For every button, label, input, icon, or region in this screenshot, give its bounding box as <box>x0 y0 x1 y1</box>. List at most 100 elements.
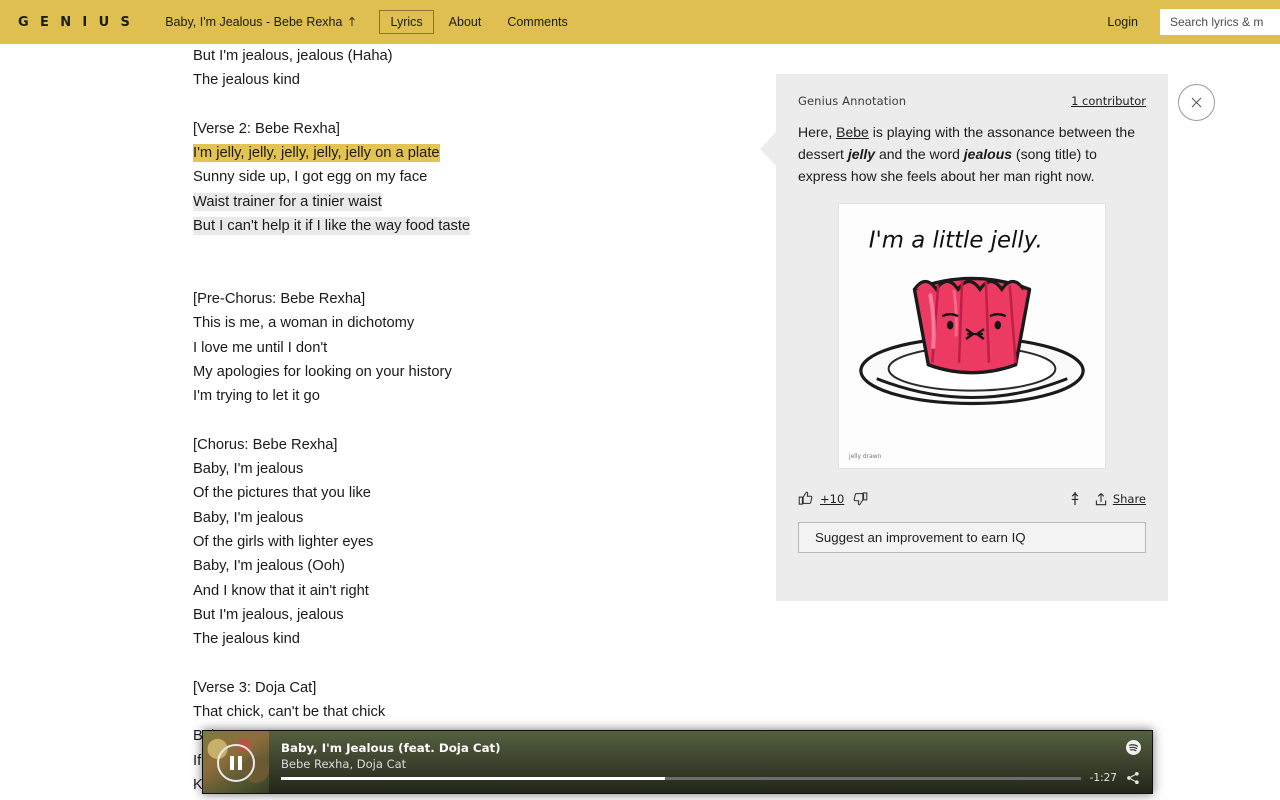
lyrics-line-text: I'm jelly, jelly, jelly, jelly, jelly on… <box>193 144 440 162</box>
header-right-group: Login Search lyrics & m <box>1107 0 1280 44</box>
progress-bar[interactable] <box>281 777 1081 780</box>
player-track-title: Baby, I'm Jealous (feat. Doja Cat) <box>281 741 1140 755</box>
lyrics-line-text: Baby, I'm jealous (Ooh) <box>193 557 345 575</box>
thumbs-down-icon <box>853 491 868 506</box>
annotation-actions-right: Share <box>1069 491 1146 506</box>
lyrics-line-text: The jealous kind <box>193 71 300 89</box>
lyrics-line-text: This is me, a woman in dichotomy <box>193 314 414 332</box>
spotify-player[interactable]: Baby, I'm Jealous (feat. Doja Cat) Bebe … <box>202 730 1153 794</box>
lyrics-line: [Verse 3: Doja Cat] <box>193 676 733 700</box>
lyrics-blank-line <box>193 263 733 287</box>
tab-comments[interactable]: Comments <box>496 10 578 34</box>
svg-text:I'm a little jelly.: I'm a little jelly. <box>869 228 1043 254</box>
lyrics-blank-line <box>193 93 733 117</box>
lyrics-line: Of the girls with lighter eyes <box>193 530 733 554</box>
contributor-link[interactable]: 1 contributor <box>1071 94 1146 108</box>
player-artists: Bebe Rexha, Doja Cat <box>281 757 1140 771</box>
play-pause-button[interactable] <box>217 744 255 782</box>
lyrics-line: I love me until I don't <box>193 336 733 360</box>
login-button[interactable]: Login <box>1107 15 1138 29</box>
progress-bar-fill <box>281 777 665 780</box>
lyrics-line: My apologies for looking on your history <box>193 360 733 384</box>
lyrics-line: The jealous kind <box>193 68 733 92</box>
lyrics-blank-line <box>193 238 733 262</box>
pause-icon-bar-right <box>238 756 242 770</box>
player-controls: -1:27 <box>281 771 1140 794</box>
player-info: Baby, I'm Jealous (feat. Doja Cat) Bebe … <box>269 731 1152 793</box>
share-button[interactable]: Share <box>1095 492 1146 506</box>
lyrics-line-text: That chick, can't be that chick <box>193 703 385 721</box>
lyrics-line-text: I love me until I don't <box>193 339 327 357</box>
annotation-pointer <box>760 132 776 166</box>
lyrics-line: I'm trying to let it go <box>193 384 733 408</box>
annotation-text-part1: Here, <box>798 124 836 140</box>
lyrics-line-text: But I'm jealous, jealous <box>193 606 344 624</box>
suggest-improvement-placeholder: Suggest an improvement to earn IQ <box>815 530 1026 545</box>
lyrics-line: This is me, a woman in dichotomy <box>193 311 733 335</box>
share-nodes-icon[interactable] <box>1126 771 1140 785</box>
share-upload-icon <box>1095 492 1107 506</box>
close-annotation-button[interactable] <box>1178 84 1215 121</box>
lyrics-line: And I know that it ain't right <box>193 579 733 603</box>
lyrics-line: [Chorus: Bebe Rexha] <box>193 433 733 457</box>
svg-text:jelly drawn: jelly drawn <box>848 453 882 460</box>
genius-logo[interactable]: G E N I U S <box>18 15 133 30</box>
header-nav-tabs: Lyrics About Comments <box>379 10 578 34</box>
lyrics-line-text: My apologies for looking on your history <box>193 363 452 381</box>
suggest-improvement-input[interactable]: Suggest an improvement to earn IQ <box>798 522 1146 553</box>
search-input[interactable]: Search lyrics & m <box>1160 9 1280 35</box>
share-label: Share <box>1113 492 1146 506</box>
pin-icon[interactable] <box>1069 491 1081 506</box>
lyrics-line-text: [Verse 3: Doja Cat] <box>193 679 316 697</box>
lyrics-container: But I'm jealous, jealous (Haha) The jealo… <box>193 44 733 797</box>
breadcrumb-song[interactable]: Baby, I'm Jealous - Bebe Rexha <box>165 15 357 29</box>
lyrics-line-text: Of the pictures that you like <box>193 484 371 502</box>
lyrics-line-text: And I know that it ain't right <box>193 582 369 600</box>
lyrics-line-text: But I can't help it if I like the way fo… <box>193 217 470 235</box>
lyrics-line-text: Sunny side up, I got egg on my face <box>193 168 427 186</box>
external-link-icon <box>347 16 357 28</box>
lyrics-line-text: The jealous kind <box>193 630 300 648</box>
lyrics-line-text: [Pre-Chorus: Bebe Rexha] <box>193 290 365 308</box>
lyrics-line: But I'm jealous, jealous <box>193 603 733 627</box>
tab-lyrics[interactable]: Lyrics <box>379 10 433 34</box>
album-artwork <box>203 731 269 794</box>
annotation-score[interactable]: +10 <box>820 492 844 506</box>
lyrics-blank-line <box>193 651 733 675</box>
lyrics-line-text: Waist trainer for a tinier waist <box>193 193 382 211</box>
annotation-artist-link[interactable]: Bebe <box>836 124 869 140</box>
lyrics-line: Baby, I'm jealous <box>193 506 733 530</box>
lyrics-line: Of the pictures that you like <box>193 481 733 505</box>
lyrics-line-text: Baby, I'm jealous <box>193 509 303 527</box>
lyrics-line-text: I'm trying to let it go <box>193 387 320 405</box>
lyrics-blank-line <box>193 408 733 432</box>
annotation-panel: Genius Annotation 1 contributor Here, Be… <box>776 74 1168 601</box>
lyrics-line: Baby, I'm jealous (Ooh) <box>193 554 733 578</box>
search-placeholder: Search lyrics & m <box>1170 15 1263 29</box>
lyrics-line-annotated[interactable]: Waist trainer for a tinier waist <box>193 190 733 214</box>
lyrics-line: [Verse 2: Bebe Rexha] <box>193 117 733 141</box>
pause-icon-bar-left <box>230 756 234 770</box>
annotation-text-part3: and the word <box>875 146 964 162</box>
close-icon <box>1190 96 1203 109</box>
lyrics-line: Sunny side up, I got egg on my face <box>193 165 733 189</box>
upvote-button[interactable] <box>798 491 813 506</box>
annotation-title: Genius Annotation <box>798 94 906 108</box>
lyrics-line-annotated[interactable]: I'm jelly, jelly, jelly, jelly, jelly on… <box>193 141 733 165</box>
breadcrumb-song-label: Baby, I'm Jealous - Bebe Rexha <box>165 15 342 29</box>
lyrics-line: That chick, can't be that chick <box>193 700 733 724</box>
lyrics-line-text: [Verse 2: Bebe Rexha] <box>193 120 340 138</box>
annotation-actions: +10 Share <box>776 469 1168 506</box>
tab-about[interactable]: About <box>438 10 493 34</box>
lyrics-line-text: But I'm jealous, jealous (Haha) <box>193 47 393 65</box>
downvote-button[interactable] <box>853 491 868 506</box>
annotation-body: Here, Bebe is playing with the assonance… <box>776 108 1168 187</box>
annotation-header: Genius Annotation 1 contributor <box>776 74 1168 108</box>
spotify-icon[interactable] <box>1126 740 1141 755</box>
lyrics-line: But I'm jealous, jealous (Haha) <box>193 44 733 68</box>
lyrics-line-annotated[interactable]: But I can't help it if I like the way fo… <box>193 214 733 238</box>
jelly-cartoon-image[interactable]: I'm a little jelly. jelly drawn <box>838 203 1106 469</box>
time-remaining: -1:27 <box>1090 772 1117 784</box>
lyrics-line: The jealous kind <box>193 627 733 651</box>
annotation-italic-jelly: jelly <box>848 146 875 162</box>
